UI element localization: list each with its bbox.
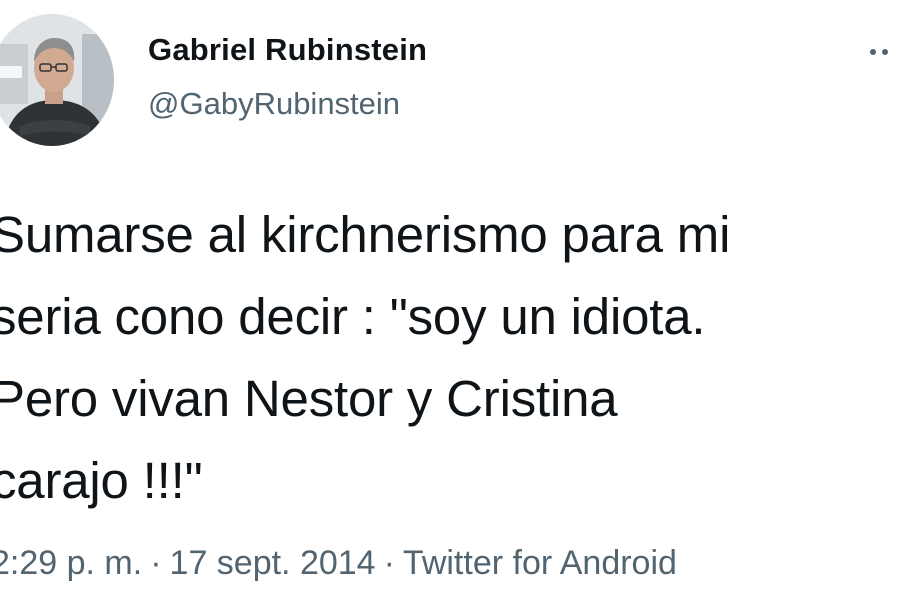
avatar-image [0, 14, 114, 146]
tweet-metadata: 2:29 p. m. · 17 sept. 2014 · Twitter for And… [0, 544, 677, 583]
tweet-date[interactable]: 17 sept. 2014 [170, 544, 376, 582]
more-options-icon[interactable] [870, 42, 900, 58]
meta-separator: · [383, 544, 395, 582]
tweet-text: Sumarse al kirchnerismo para mi seria co… [0, 194, 891, 522]
tweet-text-line: seria cono decir : "soy un idiota. [0, 288, 706, 345]
meta-separator: · [150, 544, 162, 582]
avatar[interactable] [0, 14, 114, 146]
tweet-card: Gabriel Rubinstein @GabyRubinstein Sumar… [0, 0, 900, 600]
tweet-text-line: Pero vivan Nestor y Cristina [0, 370, 618, 427]
author-name[interactable]: Gabriel Rubinstein [148, 32, 427, 68]
tweet-text-line: Sumarse al kirchnerismo para mi [0, 206, 731, 263]
more-dot [870, 49, 876, 55]
tweet-time[interactable]: 2:29 p. m. [0, 544, 142, 582]
tweet-source[interactable]: Twitter for Android [403, 544, 677, 582]
tweet-text-line: carajo !!!" [0, 452, 203, 509]
more-dot [882, 49, 888, 55]
author-handle[interactable]: @GabyRubinstein [148, 86, 400, 122]
